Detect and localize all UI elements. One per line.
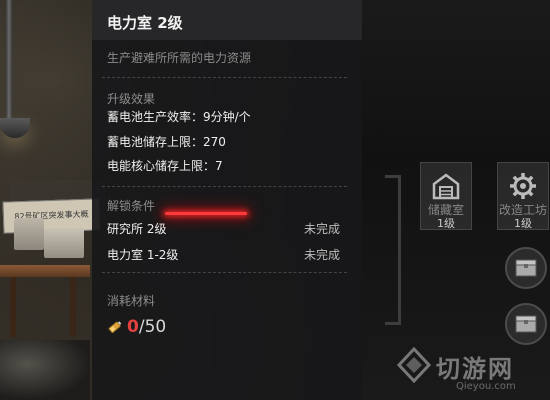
watermark-subtext: Qieyou.com [456,381,516,392]
building-level: 1级 [514,217,532,230]
material-have-count: 0 [127,317,139,337]
watermark-logo-icon [396,347,432,383]
upgrade-effect-line: 蓄电池生产效率：9分钟/个 [107,110,251,124]
hanging-lamp [0,118,30,138]
desk-leg [70,277,76,337]
materials-heading: 消耗材料 [107,294,156,308]
panel-title: 电力室 2级 [107,14,183,32]
unlock-condition-name: 研究所 2级 [107,222,167,236]
material-need-count: /50 [138,317,167,337]
building-level: 1级 [437,217,455,230]
battery-material-icon [108,321,122,334]
connector-rail [385,322,401,325]
divider [102,77,347,78]
game-scene: 82号矿区突发事大概 储藏室 1级 改造工坊 1级 电力室 2级 生产避难所所需… [0,0,550,400]
crate-icon [515,259,537,277]
gear-building-icon [507,170,539,202]
crt-monitor-2 [44,228,84,258]
crate-button[interactable] [505,303,547,345]
divider [102,186,347,187]
storage-building-icon [430,170,462,202]
building-tile-workshop[interactable]: 改造工坊 1级 [497,162,549,230]
desk [0,265,90,277]
unlock-condition-name: 电力室 1-2级 [107,248,179,262]
site-watermark: 切游网 Qieyou.com [390,345,550,400]
ceiling-pipe [6,0,12,118]
building-info-panel: 电力室 2级 生产避难所所需的电力资源 升级效果 蓄电池生产效率：9分钟/个 蓄… [92,0,362,400]
crate-button[interactable] [505,247,547,289]
divider [102,272,347,273]
highlight-glow [165,212,247,215]
upgrade-effect-line: 电能核心储存上限：7 [107,159,223,173]
crt-monitor [14,218,44,250]
building-tile-storage[interactable]: 储藏室 1级 [420,162,472,230]
upgrade-effect-line: 蓄电池储存上限：270 [107,135,226,149]
connector-rail [385,175,401,178]
unlock-condition-status: 未完成 [303,248,340,262]
panel-subtitle: 生产避难所所需的电力资源 [107,51,252,65]
watermark-text: 切游网 [436,355,514,383]
unlock-conditions-heading: 解锁条件 [107,199,156,213]
crate-icon [515,315,537,333]
desk-leg [10,277,16,337]
upgrade-effects-heading: 升级效果 [107,92,156,106]
unlock-condition-status: 未完成 [303,222,340,236]
floor-clutter [0,340,90,400]
connector-rail [398,175,401,325]
panel-header: 电力室 2级 [92,0,362,40]
material-cost: 0 /50 [107,317,166,337]
